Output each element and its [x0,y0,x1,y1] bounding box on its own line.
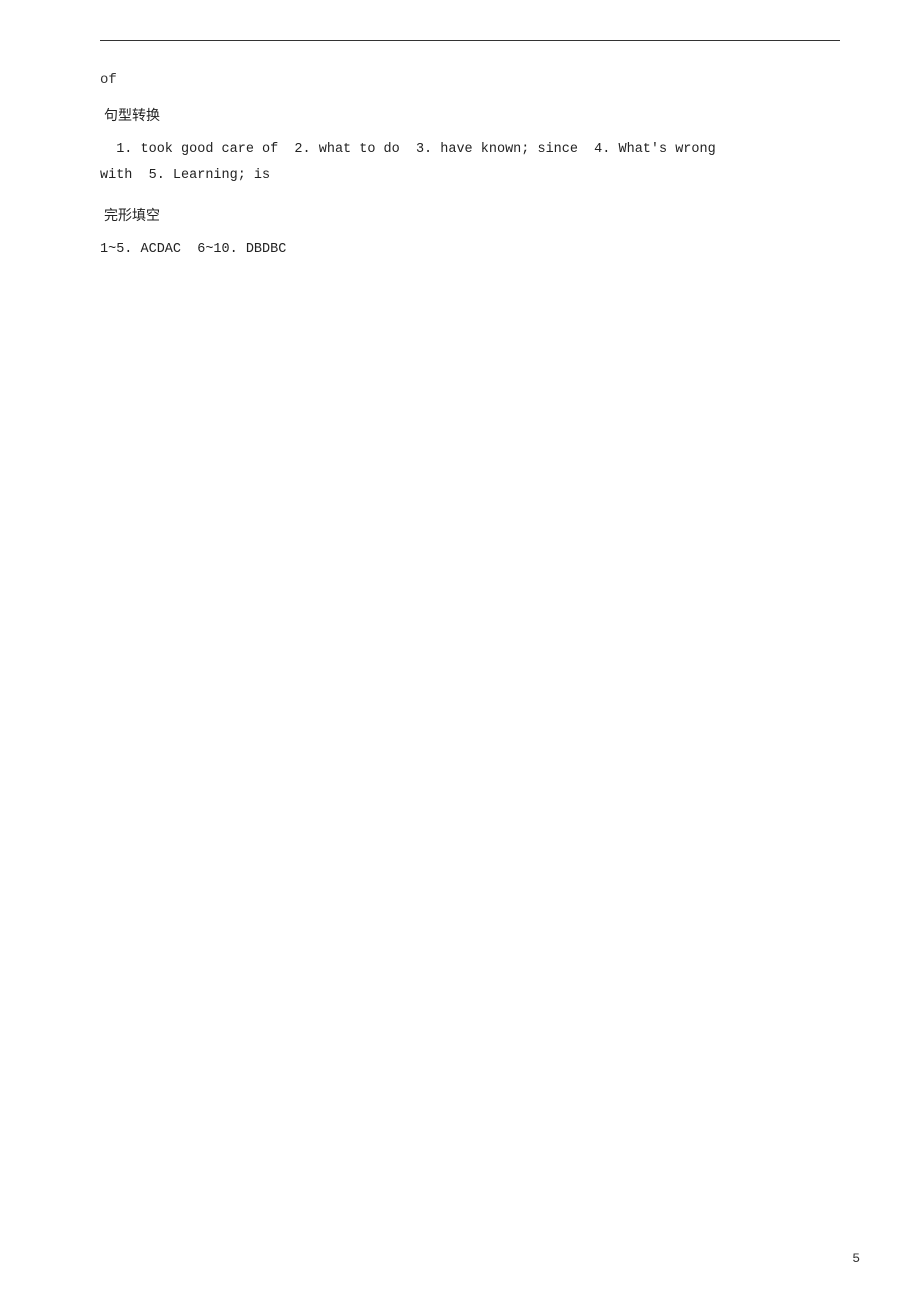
cloze-answers: 1~5. ACDAC 6~10. DBDBC [100,237,840,263]
page-container: of 句型转换 1. took good care of 2. what to … [0,0,920,1302]
cloze-heading: 完形填空 [100,205,840,225]
cloze-content: 1~5. ACDAC 6~10. DBDBC [100,237,840,263]
sentence-transform-content: 1. took good care of 2. what to do 3. ha… [100,137,840,188]
of-label: of [100,69,840,91]
sentence-transform-line1: 1. took good care of 2. what to do 3. ha… [100,137,840,163]
page-number: 5 [852,1251,860,1266]
sentence-transform-heading: 句型转换 [100,105,840,125]
top-divider [100,40,840,41]
sentence-transform-line2: with 5. Learning; is [100,163,840,189]
